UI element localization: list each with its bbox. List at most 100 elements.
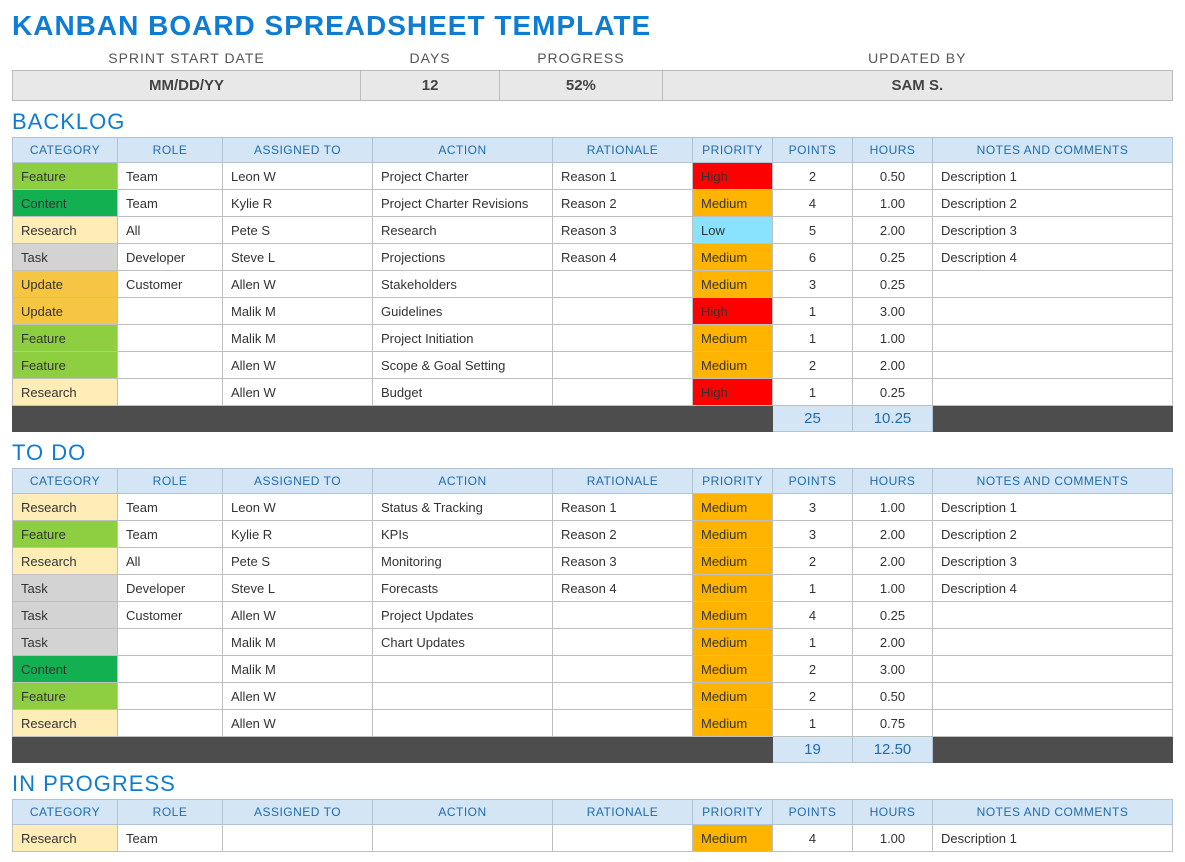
cell-points[interactable]: 4 (773, 602, 853, 629)
cell-notes[interactable] (933, 271, 1173, 298)
cell-role[interactable]: Team (118, 494, 223, 521)
cell-action[interactable]: Research (373, 217, 553, 244)
meta-value-start[interactable]: MM/DD/YY (13, 71, 361, 101)
cell-hours[interactable]: 0.50 (853, 683, 933, 710)
cell-assigned[interactable]: Malik M (223, 656, 373, 683)
cell-notes[interactable] (933, 602, 1173, 629)
cell-hours[interactable]: 2.00 (853, 548, 933, 575)
cell-rationale[interactable]: Reason 3 (553, 217, 693, 244)
cell-priority[interactable]: Medium (693, 825, 773, 852)
cell-assigned[interactable]: Leon W (223, 163, 373, 190)
cell-assigned[interactable] (223, 825, 373, 852)
cell-notes[interactable]: Description 1 (933, 825, 1173, 852)
cell-action[interactable]: Project Charter (373, 163, 553, 190)
cell-rationale[interactable] (553, 352, 693, 379)
cell-category[interactable]: Task (13, 575, 118, 602)
cell-points[interactable]: 3 (773, 271, 853, 298)
cell-priority[interactable]: Medium (693, 710, 773, 737)
cell-category[interactable]: Research (13, 217, 118, 244)
cell-assigned[interactable]: Allen W (223, 352, 373, 379)
cell-priority[interactable]: Medium (693, 656, 773, 683)
cell-hours[interactable]: 0.25 (853, 271, 933, 298)
meta-value-updated[interactable]: SAM S. (662, 71, 1172, 101)
cell-points[interactable]: 2 (773, 683, 853, 710)
cell-action[interactable]: Stakeholders (373, 271, 553, 298)
cell-priority[interactable]: Medium (693, 683, 773, 710)
cell-role[interactable] (118, 629, 223, 656)
cell-category[interactable]: Task (13, 602, 118, 629)
cell-assigned[interactable]: Pete S (223, 217, 373, 244)
cell-action[interactable]: Chart Updates (373, 629, 553, 656)
cell-action[interactable]: Budget (373, 379, 553, 406)
cell-role[interactable]: All (118, 217, 223, 244)
cell-points[interactable]: 4 (773, 190, 853, 217)
cell-assigned[interactable]: Allen W (223, 379, 373, 406)
cell-action[interactable] (373, 656, 553, 683)
cell-assigned[interactable]: Allen W (223, 710, 373, 737)
cell-notes[interactable] (933, 298, 1173, 325)
cell-hours[interactable]: 2.00 (853, 352, 933, 379)
cell-priority[interactable]: High (693, 298, 773, 325)
cell-points[interactable]: 6 (773, 244, 853, 271)
cell-category[interactable]: Feature (13, 521, 118, 548)
cell-points[interactable]: 3 (773, 494, 853, 521)
cell-points[interactable]: 2 (773, 548, 853, 575)
cell-category[interactable]: Feature (13, 683, 118, 710)
cell-notes[interactable] (933, 352, 1173, 379)
cell-role[interactable] (118, 710, 223, 737)
cell-action[interactable] (373, 683, 553, 710)
cell-rationale[interactable] (553, 325, 693, 352)
cell-category[interactable]: Update (13, 298, 118, 325)
cell-role[interactable] (118, 656, 223, 683)
cell-priority[interactable]: Medium (693, 190, 773, 217)
cell-hours[interactable]: 0.75 (853, 710, 933, 737)
cell-action[interactable]: Scope & Goal Setting (373, 352, 553, 379)
cell-priority[interactable]: Medium (693, 548, 773, 575)
cell-points[interactable]: 3 (773, 521, 853, 548)
cell-role[interactable]: Developer (118, 244, 223, 271)
cell-rationale[interactable] (553, 656, 693, 683)
cell-notes[interactable]: Description 1 (933, 163, 1173, 190)
cell-category[interactable]: Research (13, 825, 118, 852)
cell-role[interactable]: Team (118, 163, 223, 190)
cell-category[interactable]: Task (13, 244, 118, 271)
cell-points[interactable]: 1 (773, 710, 853, 737)
cell-notes[interactable] (933, 683, 1173, 710)
cell-notes[interactable] (933, 629, 1173, 656)
cell-action[interactable] (373, 825, 553, 852)
cell-notes[interactable]: Description 4 (933, 244, 1173, 271)
cell-action[interactable] (373, 710, 553, 737)
cell-notes[interactable]: Description 3 (933, 217, 1173, 244)
cell-rationale[interactable]: Reason 1 (553, 494, 693, 521)
cell-notes[interactable]: Description 2 (933, 521, 1173, 548)
cell-role[interactable] (118, 298, 223, 325)
cell-priority[interactable]: Medium (693, 521, 773, 548)
cell-priority[interactable]: Low (693, 217, 773, 244)
cell-action[interactable]: Forecasts (373, 575, 553, 602)
cell-assigned[interactable]: Malik M (223, 629, 373, 656)
cell-priority[interactable]: Medium (693, 325, 773, 352)
cell-notes[interactable] (933, 325, 1173, 352)
cell-priority[interactable]: Medium (693, 494, 773, 521)
cell-role[interactable] (118, 379, 223, 406)
cell-hours[interactable]: 2.00 (853, 629, 933, 656)
cell-assigned[interactable]: Allen W (223, 271, 373, 298)
cell-priority[interactable]: Medium (693, 271, 773, 298)
cell-category[interactable]: Feature (13, 163, 118, 190)
cell-category[interactable]: Content (13, 190, 118, 217)
cell-action[interactable]: KPIs (373, 521, 553, 548)
cell-hours[interactable]: 3.00 (853, 656, 933, 683)
cell-assigned[interactable]: Leon W (223, 494, 373, 521)
cell-rationale[interactable] (553, 710, 693, 737)
cell-hours[interactable]: 0.25 (853, 379, 933, 406)
cell-priority[interactable]: Medium (693, 352, 773, 379)
cell-points[interactable]: 1 (773, 379, 853, 406)
cell-assigned[interactable]: Allen W (223, 602, 373, 629)
cell-role[interactable]: All (118, 548, 223, 575)
cell-hours[interactable]: 2.00 (853, 217, 933, 244)
cell-points[interactable]: 1 (773, 298, 853, 325)
cell-category[interactable]: Research (13, 548, 118, 575)
cell-category[interactable]: Feature (13, 325, 118, 352)
cell-rationale[interactable] (553, 683, 693, 710)
cell-notes[interactable]: Description 1 (933, 494, 1173, 521)
